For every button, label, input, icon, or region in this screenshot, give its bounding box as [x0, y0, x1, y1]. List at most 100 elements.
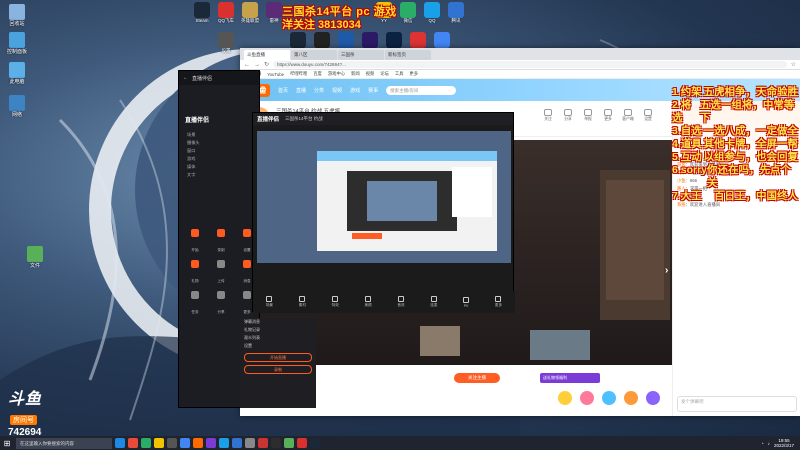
- panel-row[interactable]: 礼物记录: [240, 326, 316, 334]
- scene-item[interactable]: 游戏: [179, 155, 261, 163]
- bookmark-item[interactable]: 哔哩哔哩: [290, 71, 307, 77]
- bookmark-item[interactable]: 论坛: [380, 71, 389, 77]
- control-more[interactable]: 更多: [495, 296, 502, 308]
- site-nav-item[interactable]: 首页: [278, 87, 288, 94]
- desktop-icon-network[interactable]: 网络: [4, 95, 30, 118]
- tool-task[interactable]: 任务: [183, 291, 207, 318]
- panel-row[interactable]: 观众列表: [240, 334, 316, 342]
- site-nav-item[interactable]: 视频: [332, 87, 342, 94]
- chat-input[interactable]: 发个弹幕吧: [677, 396, 797, 412]
- taskbar-app-icon[interactable]: [310, 438, 320, 448]
- taskbar-app-icon[interactable]: [128, 438, 138, 448]
- reload-icon[interactable]: ↻: [264, 61, 269, 68]
- app-shortcut-8[interactable]: 腾讯: [444, 2, 468, 24]
- scene-item[interactable]: 文字: [179, 171, 261, 179]
- app-shortcut-7[interactable]: QQ: [420, 2, 444, 23]
- taskbar-app-icon[interactable]: [193, 438, 203, 448]
- taskbar-app-icon[interactable]: [141, 438, 151, 448]
- site-nav-item[interactable]: 赛事: [368, 87, 378, 94]
- gift-icon[interactable]: [624, 391, 638, 405]
- taskbar-app-icon[interactable]: [219, 438, 229, 448]
- scene-item[interactable]: 媒体: [179, 163, 261, 171]
- record-button[interactable]: 录制: [244, 365, 312, 374]
- room-action-more[interactable]: 更多: [600, 109, 616, 123]
- room-action-settings[interactable]: 设置: [640, 109, 656, 123]
- browser-tab-1[interactable]: 斗鱼直播: [244, 50, 290, 60]
- taskbar-app-icon[interactable]: [154, 438, 164, 448]
- taskbar-app-icon[interactable]: [297, 438, 307, 448]
- gift-icon[interactable]: [580, 391, 594, 405]
- control-audio[interactable]: 音效: [397, 296, 405, 308]
- taskbar-app-icon[interactable]: [245, 438, 255, 448]
- control-beauty[interactable]: 美颜: [365, 296, 372, 308]
- bookmark-item[interactable]: YouTube: [267, 72, 284, 77]
- site-nav-item[interactable]: 分类: [314, 87, 324, 94]
- taskbar-app-icon[interactable]: [167, 438, 177, 448]
- forward-icon[interactable]: →: [254, 62, 260, 68]
- control-effects[interactable]: 特效: [332, 296, 339, 308]
- tool-gift[interactable]: 礼物: [183, 260, 207, 287]
- browser-tab-4[interactable]: 新标签页: [385, 50, 431, 60]
- follow-streamer-button[interactable]: 关注主播: [454, 373, 500, 383]
- room-action-follow[interactable]: 关注: [540, 109, 556, 123]
- browser-tab-2[interactable]: 第八区: [291, 50, 337, 60]
- tool-start[interactable]: 开始: [183, 229, 207, 256]
- browser-tab-3[interactable]: 三国杀: [338, 50, 384, 60]
- network-icon[interactable]: ◔: [761, 441, 764, 446]
- control-material[interactable]: 素材: [299, 296, 306, 308]
- scene-item[interactable]: 摄像头: [179, 139, 261, 147]
- tool-share[interactable]: 分享: [209, 291, 233, 318]
- taskbar-app-icon[interactable]: [284, 438, 294, 448]
- taskbar-app-icon[interactable]: [206, 438, 216, 448]
- tool-record[interactable]: 录制: [209, 229, 233, 256]
- scene-item[interactable]: 窗口: [179, 147, 261, 155]
- app-shortcut-settings[interactable]: 设置: [214, 32, 238, 54]
- app-shortcut-1[interactable]: Steam: [190, 2, 214, 23]
- desktop-icon-control-panel[interactable]: 控制面板: [4, 32, 30, 55]
- control-pk[interactable]: PK: [463, 296, 470, 308]
- back-icon[interactable]: ←: [183, 75, 188, 81]
- gift-icon[interactable]: [646, 391, 660, 405]
- scene-item[interactable]: 场景: [179, 131, 261, 139]
- volume-icon[interactable]: ♪: [768, 441, 770, 446]
- desktop-icon-recycle-bin[interactable]: 回收站: [4, 4, 30, 27]
- site-nav-item[interactable]: 直播: [296, 87, 306, 94]
- app-shortcut-3[interactable]: 英雄联盟: [238, 2, 262, 24]
- bookmark-item[interactable]: 工具: [395, 71, 404, 77]
- taskbar-app-icon[interactable]: [115, 438, 125, 448]
- taskbar-app-icon[interactable]: [258, 438, 268, 448]
- clock[interactable]: 19:55 2022/3/17: [774, 438, 794, 448]
- preview-screen[interactable]: [257, 131, 511, 263]
- site-search-input[interactable]: 搜索主播/房间: [386, 85, 457, 95]
- site-nav-item[interactable]: 游戏: [350, 87, 360, 94]
- gift-icon[interactable]: [558, 391, 572, 405]
- back-icon[interactable]: ←: [244, 62, 250, 68]
- app-shortcut-6[interactable]: 微信: [396, 2, 420, 24]
- bookmark-item[interactable]: 游戏中心: [328, 71, 345, 77]
- taskbar-app-icon[interactable]: [180, 438, 190, 448]
- panel-row[interactable]: 设置: [240, 342, 316, 350]
- control-scene[interactable]: 场景: [266, 296, 273, 308]
- url-input[interactable]: https://www.douyu.com/742694?...: [273, 61, 787, 68]
- control-mic[interactable]: 连麦: [430, 296, 437, 308]
- star-icon[interactable]: ☆: [791, 61, 796, 68]
- gift-promo-tag[interactable]: 送礼物领福利: [540, 373, 600, 383]
- bookmark-item[interactable]: 视频: [366, 71, 375, 77]
- start-live-button[interactable]: 开始直播: [244, 353, 312, 362]
- room-action-share[interactable]: 分享: [560, 109, 576, 123]
- taskbar-search-input[interactable]: 在这里输入你要搜索的内容: [16, 437, 112, 449]
- desktop-icon-file[interactable]: 文件: [22, 246, 48, 269]
- bookmark-item[interactable]: 新闻: [351, 71, 360, 77]
- app-shortcut-2[interactable]: QQ飞车: [214, 2, 238, 24]
- taskbar-app-icon[interactable]: [271, 438, 281, 448]
- bookmark-item[interactable]: 更多: [409, 71, 418, 77]
- desktop-icon-this-pc[interactable]: 此电脑: [4, 62, 30, 85]
- gift-icon[interactable]: [602, 391, 616, 405]
- panel-row[interactable]: 弹幕消息: [240, 318, 316, 326]
- room-action-client[interactable]: 客户端: [620, 109, 636, 123]
- taskbar-app-icon[interactable]: [232, 438, 242, 448]
- next-arrow-icon[interactable]: ›: [665, 265, 668, 276]
- room-action-report[interactable]: 举报: [580, 109, 596, 123]
- tool-upload[interactable]: 上传: [209, 260, 233, 287]
- bookmark-item[interactable]: 百度: [313, 71, 322, 77]
